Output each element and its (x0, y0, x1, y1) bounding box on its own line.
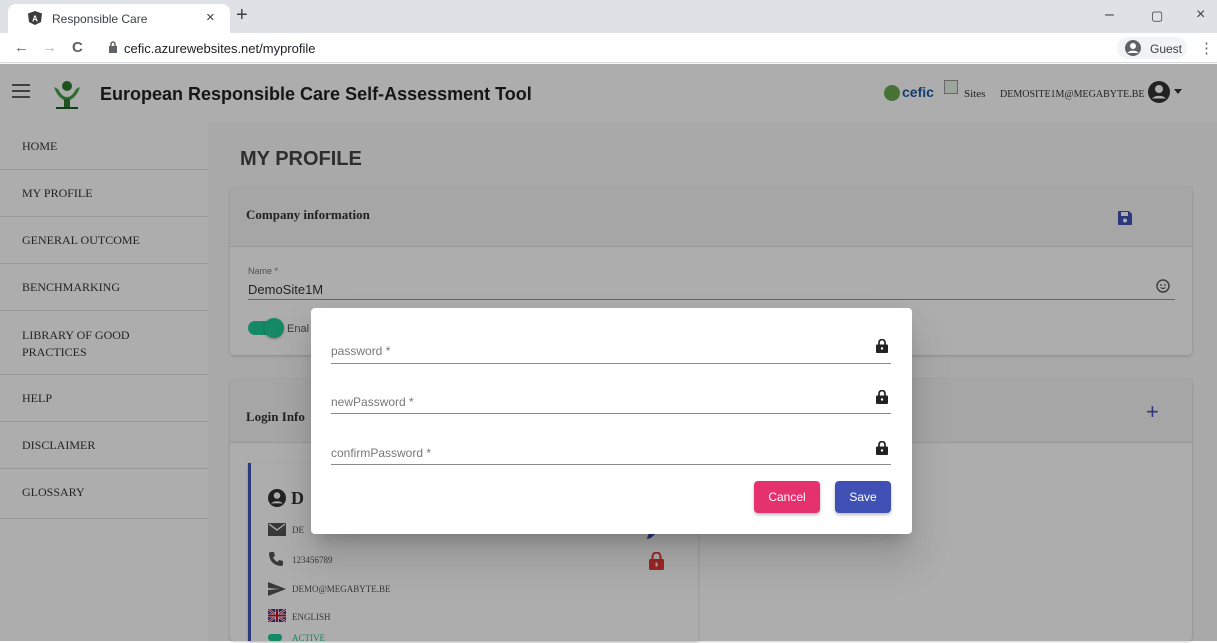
lock-icon[interactable] (876, 441, 888, 455)
back-icon[interactable]: ← (14, 39, 29, 56)
address-bar: ← → C cefic.azurewebsites.net/myprofile … (0, 33, 1217, 63)
tab-title: Responsible Care (52, 12, 148, 26)
svg-text:A: A (32, 15, 38, 24)
lock-icon[interactable] (876, 339, 888, 353)
save-button[interactable]: Save (835, 481, 891, 513)
maximize-icon[interactable]: ▢ (1151, 8, 1163, 24)
minimize-icon[interactable]: – (1105, 6, 1114, 24)
cancel-button[interactable]: Cancel (754, 481, 820, 513)
new-password-underline (331, 413, 891, 414)
new-password-field[interactable]: newPassword * (331, 395, 414, 409)
password-field[interactable]: password * (331, 344, 390, 358)
browser-menu-icon[interactable]: ⋮ (1199, 39, 1214, 57)
change-password-dialog: password * newPassword * confirmPassword… (311, 308, 912, 534)
profile-label: Guest (1150, 42, 1183, 56)
forward-icon[interactable]: → (42, 39, 57, 56)
url-text[interactable]: cefic.azurewebsites.net/myprofile (124, 41, 315, 56)
angular-favicon-icon: A (28, 11, 42, 25)
browser-tab-strip: A Responsible Care × + – ▢ × (0, 0, 1217, 33)
confirm-password-field[interactable]: confirmPassword * (331, 446, 431, 460)
new-tab-button[interactable]: + (236, 4, 248, 27)
password-underline (331, 363, 891, 364)
tab-close-icon[interactable]: × (206, 9, 215, 26)
reload-icon[interactable]: C (72, 39, 83, 56)
guest-avatar-icon (1125, 40, 1141, 56)
browser-tab[interactable]: A Responsible Care × (8, 4, 230, 33)
profile-button[interactable]: Guest (1117, 37, 1187, 59)
confirm-password-underline (331, 464, 891, 465)
window-close-icon[interactable]: × (1196, 6, 1205, 24)
lock-icon[interactable] (876, 390, 888, 404)
lock-icon (109, 41, 117, 53)
